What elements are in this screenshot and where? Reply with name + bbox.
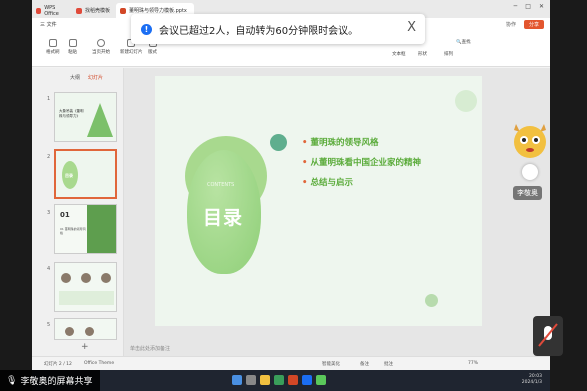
agenda-item-3: • 总结与启示	[302, 178, 353, 188]
clock: 20:03 2024/1/3	[521, 374, 542, 385]
ppt-icon	[120, 7, 126, 14]
menu-file[interactable]: 三 文件	[40, 21, 57, 28]
portrait-image	[101, 273, 111, 283]
participant-name: 李敬奥	[513, 186, 542, 200]
chat-icon[interactable]	[316, 375, 326, 385]
wps-icon[interactable]	[288, 375, 298, 385]
start-icon[interactable]	[232, 375, 242, 385]
taskbar: 20:03 2024/1/3	[32, 370, 550, 391]
thumb-title: 01 董明珠的领导风格	[60, 227, 86, 235]
template-icon	[76, 7, 82, 14]
folder-icon[interactable]	[260, 375, 270, 385]
bullet-icon: •	[302, 138, 308, 148]
browser-icon[interactable]	[274, 375, 284, 385]
minimize-icon[interactable]: ─	[514, 3, 518, 10]
slide-number: 1	[47, 96, 51, 102]
catalog-subtitle: CONTENTS	[207, 182, 235, 188]
play-icon	[97, 39, 105, 47]
tab-wps-office[interactable]: WPS Office	[32, 3, 72, 18]
theme-name: Office Theme	[84, 361, 115, 366]
agenda-item-2: • 从董明珠看中国企业家的精神	[302, 158, 421, 168]
portrait-image	[81, 273, 91, 283]
arrange-button[interactable]: 排列	[444, 51, 453, 57]
share-button[interactable]: 分享	[523, 20, 544, 29]
comments-button[interactable]: 批注	[384, 361, 393, 367]
tab-label: 董明珠与领导力模板.pptx	[129, 8, 187, 14]
slide-counter: 幻灯片 2 / 12	[44, 362, 72, 367]
notice-message: 会议已超过2人，自动转为60分钟限时会议。	[159, 25, 359, 37]
slide-number: 3	[47, 210, 51, 216]
muted-mic-icon[interactable]	[533, 316, 563, 356]
find-button[interactable]: 🔍查找	[456, 39, 471, 45]
textbox-button[interactable]: 文本框	[392, 51, 406, 57]
notes-placeholder[interactable]: 单击此处添加备注	[130, 345, 170, 352]
catalog-title: 目录	[203, 207, 244, 229]
tab-slides[interactable]: 幻灯片	[88, 74, 103, 81]
bullet-icon: •	[302, 158, 308, 168]
slide-number: 4	[47, 266, 51, 272]
brush-icon	[48, 39, 57, 47]
thumb-title: 目录	[65, 173, 73, 178]
shape-button[interactable]: 形状	[418, 51, 427, 57]
tab-templates[interactable]: 找稻壳模板	[72, 3, 116, 18]
notes-button[interactable]: 备注	[360, 361, 369, 367]
slide-canvas[interactable]: CONTENTS 目录 • 董明珠的领导风格 • 从董明珠看中国企业家的精神 • 总结…	[155, 76, 482, 326]
clipboard-icon	[68, 39, 77, 47]
slide-thumbnail-4[interactable]	[54, 262, 117, 312]
teal-circle	[270, 134, 287, 151]
zoom-level[interactable]: 77%	[468, 361, 478, 366]
meeting-icon[interactable]	[302, 375, 312, 385]
decor-circle	[455, 90, 477, 112]
portrait-image	[61, 273, 71, 283]
thumb-title: 大象吊装《董明珠与领导力》	[59, 109, 84, 118]
meeting-notice: ! 会议已超过2人，自动转为60分钟限时会议。 X	[131, 14, 425, 44]
portrait-image	[85, 327, 94, 336]
green-shape	[87, 103, 113, 137]
paste-button[interactable]: 粘贴	[68, 39, 77, 55]
portrait-image	[65, 327, 74, 336]
text-block	[59, 291, 114, 305]
leaf-image	[87, 205, 116, 253]
slide-thumbnail-5[interactable]	[54, 318, 117, 340]
mic-icon: 🎙	[6, 375, 18, 386]
avatar	[508, 118, 552, 164]
wps-icon	[36, 7, 42, 14]
collab-button[interactable]: 协作	[506, 21, 516, 28]
slide-thumbnail-1[interactable]: 大象吊装《董明珠与领导力》	[54, 92, 117, 142]
panel-tabs: 大纲 幻灯片	[70, 74, 103, 81]
search-icon[interactable]	[246, 375, 256, 385]
tab-label: 找稻壳模板	[85, 8, 111, 14]
status-bar: 幻灯片 2 / 12 Office Theme 智能美化 备注 批注 77%	[32, 356, 550, 370]
close-icon[interactable]: ✕	[539, 3, 544, 10]
slide-number: 5	[47, 322, 51, 328]
bullet-icon: •	[302, 178, 308, 188]
slide-thumbnail-3[interactable]: 01 01 董明珠的领导风格	[54, 204, 117, 254]
screen-share-label: 🎙 李敬奥的屏幕共享	[0, 370, 100, 391]
tab-label: WPS Office	[44, 4, 59, 17]
window-controls: ─ □ ✕	[514, 3, 544, 10]
info-icon: !	[141, 23, 152, 35]
slide-panel: 大纲 幻灯片 1 大象吊装《董明珠与领导力》 2 目录 3 01 01 董明珠的…	[32, 68, 124, 356]
close-notice-button[interactable]: X	[407, 20, 416, 35]
add-slide-button[interactable]: +	[81, 342, 89, 352]
tab-outline[interactable]: 大纲	[70, 74, 80, 81]
mic-icon[interactable]	[522, 164, 538, 180]
smart-beautify-button[interactable]: 智能美化	[322, 361, 340, 367]
slide-thumbnail-2[interactable]: 目录	[54, 149, 117, 199]
small-green-circle	[425, 294, 438, 307]
slide-number: 2	[47, 154, 51, 160]
play-from-current-button[interactable]: 当页开始	[92, 39, 110, 55]
maximize-icon[interactable]: □	[525, 3, 531, 10]
agenda-item-1: • 董明珠的领导风格	[302, 138, 379, 148]
format-painter-button[interactable]: 格式刷	[46, 39, 60, 55]
